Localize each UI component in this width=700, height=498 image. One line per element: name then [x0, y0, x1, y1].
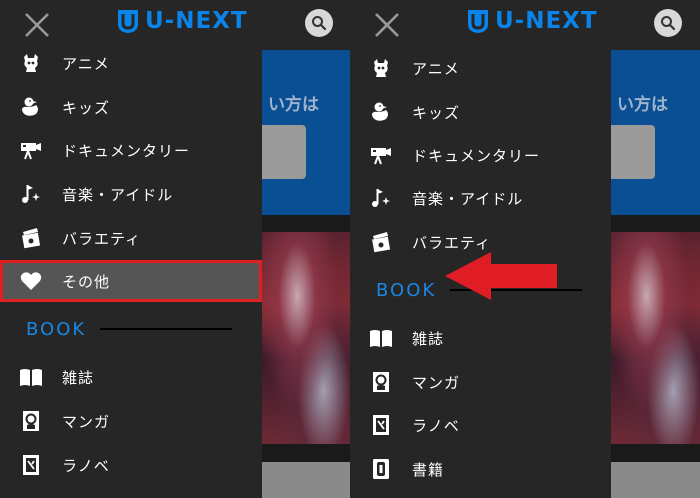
logo-shield-icon — [468, 10, 488, 33]
clapperboard-icon — [18, 225, 44, 251]
menu-item-variety[interactable]: バラエティ — [0, 218, 262, 258]
menu-item-label: 書籍 — [412, 460, 445, 479]
close-icon — [375, 13, 399, 37]
menu-item-label: ラノベ — [412, 416, 460, 435]
search-button[interactable] — [305, 9, 333, 37]
menu-item-magazine[interactable]: 雑誌 — [350, 318, 612, 358]
camera-icon — [18, 137, 44, 163]
anime-character-icon — [18, 50, 44, 76]
menu-item-light-novel[interactable]: ラノベ — [350, 405, 612, 445]
menu-item-label: その他 — [62, 272, 111, 291]
background-artwork — [611, 232, 700, 444]
menu-item-label: バラエティ — [62, 229, 142, 248]
side-drawer: U-NEXT アニメ キッズ ドキュメンタリー 音楽・アイドル — [0, 0, 262, 498]
menu-item-label: 音楽・アイドル — [62, 185, 174, 204]
menu-item-label: ラノベ — [62, 456, 110, 475]
clapperboard-icon — [368, 229, 394, 255]
right-screenshot-panel: い方は U-NEXT アニメ キッズ ドキュメンタリー 音楽・アイドル バラエテ… — [350, 0, 700, 498]
search-button[interactable] — [654, 9, 682, 37]
menu-item-label: ドキュメンタリー — [412, 146, 541, 165]
background-banner-text: い方は — [268, 95, 319, 115]
light-novel-icon — [18, 452, 44, 478]
unext-logo[interactable]: U-NEXT — [117, 8, 248, 34]
menu-item-kids[interactable]: キッズ — [350, 92, 612, 132]
menu-item-label: マンガ — [412, 373, 461, 392]
menu-item-label: アニメ — [412, 59, 460, 78]
menu-item-label: バラエティ — [412, 233, 492, 252]
menu-item-documentary[interactable]: ドキュメンタリー — [350, 135, 612, 175]
unext-logo[interactable]: U-NEXT — [467, 8, 598, 34]
background-page: い方は — [611, 0, 700, 498]
light-novel-icon — [368, 412, 394, 438]
left-screenshot-panel: い方は U-NEXT アニメ キッズ ドキュメンタリー 音楽・アイドル バラエテ… — [0, 0, 350, 498]
background-banner-text: い方は — [617, 95, 668, 115]
menu-item-kids[interactable]: キッズ — [0, 87, 262, 127]
music-note-icon — [368, 185, 394, 211]
menu-item-books[interactable]: 書籍 — [350, 449, 612, 489]
background-page: い方は — [262, 0, 350, 498]
menu-item-manga[interactable]: マンガ — [350, 362, 612, 402]
manga-icon — [368, 369, 394, 395]
book-section-title: BOOK — [376, 280, 437, 301]
menu-item-anime[interactable]: アニメ — [0, 43, 262, 83]
background-banner: い方は — [262, 50, 350, 215]
menu-item-label: 音楽・アイドル — [412, 189, 524, 208]
menu-item-documentary[interactable]: ドキュメンタリー — [0, 130, 262, 170]
menu-item-magazine[interactable]: 雑誌 — [0, 357, 262, 397]
heart-icon — [18, 268, 44, 294]
logo-text: U-NEXT — [145, 8, 248, 34]
side-drawer: U-NEXT アニメ キッズ ドキュメンタリー 音楽・アイドル — [350, 0, 611, 498]
background-bottom-bar — [262, 462, 350, 498]
search-icon — [661, 16, 676, 31]
menu-item-manga[interactable]: マンガ — [0, 401, 262, 441]
menu-item-label: アニメ — [62, 54, 110, 73]
open-book-icon — [368, 325, 394, 351]
menu-item-other[interactable]: その他 — [0, 260, 262, 302]
background-banner-button — [262, 125, 306, 179]
duck-icon — [18, 94, 44, 120]
book-icon — [368, 456, 394, 482]
camera-icon — [368, 142, 394, 168]
background-banner: い方は — [611, 50, 700, 215]
open-book-icon — [18, 364, 44, 390]
menu-item-light-novel[interactable]: ラノベ — [0, 445, 262, 485]
duck-icon — [368, 99, 394, 125]
background-bottom-bar — [611, 462, 700, 498]
menu-item-label: マンガ — [62, 412, 111, 431]
search-icon — [312, 16, 327, 31]
close-button[interactable] — [24, 12, 50, 38]
book-section-header: BOOK — [0, 316, 262, 346]
menu-item-music[interactable]: 音楽・アイドル — [350, 178, 612, 218]
manga-icon — [18, 408, 44, 434]
logo-text: U-NEXT — [495, 8, 598, 34]
menu-item-anime[interactable]: アニメ — [350, 48, 612, 88]
menu-item-label: ドキュメンタリー — [62, 141, 191, 160]
close-icon — [25, 13, 49, 37]
section-divider — [100, 328, 232, 330]
close-button[interactable] — [374, 12, 400, 38]
anime-character-icon — [368, 55, 394, 81]
menu-item-label: 雑誌 — [62, 368, 95, 387]
logo-shield-icon — [118, 10, 138, 33]
background-banner-button — [611, 125, 655, 179]
menu-item-label: キッズ — [412, 103, 461, 122]
background-artwork — [262, 232, 350, 444]
annotation-arrow-icon — [445, 252, 557, 300]
menu-item-label: 雑誌 — [412, 329, 445, 348]
menu-item-label: キッズ — [62, 98, 111, 117]
book-section-title: BOOK — [26, 319, 87, 340]
menu-item-music[interactable]: 音楽・アイドル — [0, 174, 262, 214]
music-note-icon — [18, 181, 44, 207]
